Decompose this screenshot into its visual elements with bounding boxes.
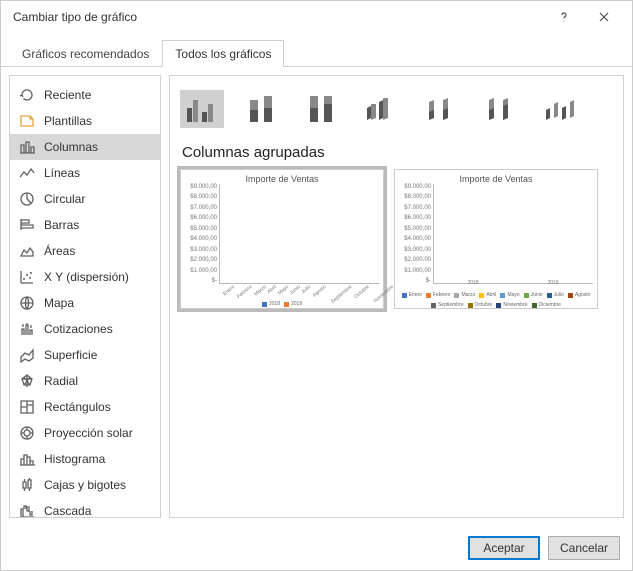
plot-area (219, 184, 379, 284)
tab-recommended[interactable]: Gráficos recomendados (9, 40, 162, 67)
scatter-icon (18, 268, 36, 286)
dialog-footer: Aceptar Cancelar (1, 526, 632, 570)
subtype-stacked-3d-column[interactable] (420, 90, 464, 128)
sidebar-item-templates[interactable]: Plantillas (10, 108, 160, 134)
sidebar-item-stock[interactable]: Cotizaciones (10, 316, 160, 342)
histogram-icon (18, 450, 36, 468)
sidebar-item-treemap[interactable]: Rectángulos (10, 394, 160, 420)
sidebar-item-label: Plantillas (44, 114, 92, 128)
sidebar-item-label: Líneas (44, 166, 80, 180)
window-title: Cambiar tipo de gráfico (13, 10, 544, 24)
sidebar-item-surface[interactable]: Superficie (10, 342, 160, 368)
sidebar-item-label: Barras (44, 218, 79, 232)
sidebar-item-radar[interactable]: Radial (10, 368, 160, 394)
x-axis-labels: EneroFebreroMarzoAbrilMayoJunioJulioAgos… (219, 284, 379, 294)
subtype-clustered-column[interactable] (180, 90, 224, 128)
subtype-title: Columnas agrupadas (182, 144, 613, 161)
chart-legend: 20182019 (181, 301, 383, 307)
preview-row: Importe de Ventas$9.000,00$8.000,00$7.00… (180, 169, 613, 309)
sidebar-item-label: Histograma (44, 452, 105, 466)
sidebar-item-label: Circular (44, 192, 85, 206)
chart-preview-2[interactable]: Importe de Ventas$9.000,00$8.000,00$7.00… (394, 169, 598, 309)
sidebar-item-bars[interactable]: Barras (10, 212, 160, 238)
subtype-column-3d[interactable] (540, 90, 584, 128)
subtype-stacked-column[interactable] (240, 90, 284, 128)
subtype-clustered-3d-column[interactable] (360, 90, 404, 128)
templates-icon (18, 112, 36, 130)
sidebar-item-histogram[interactable]: Histograma (10, 446, 160, 472)
subtype-stacked-100-3d-column[interactable] (480, 90, 524, 128)
map-icon (18, 294, 36, 312)
dialog-body: Reciente Plantillas Columnas Líneas Circular… (1, 67, 632, 526)
tab-all-charts[interactable]: Todos los gráficos (162, 40, 284, 67)
sidebar-item-label: Columnas (44, 140, 98, 154)
y-axis-labels: $9.000,00$8.000,00$7.000,00$6.000,00$5.0… (397, 184, 431, 284)
sidebar-item-map[interactable]: Mapa (10, 290, 160, 316)
stock-icon (18, 320, 36, 338)
bars-icon (18, 216, 36, 234)
y-axis-labels: $9.000,00$8.000,00$7.000,00$6.000,00$5.0… (183, 184, 217, 284)
recent-icon (18, 86, 36, 104)
chart-type-sidebar: Reciente Plantillas Columnas Líneas Circular… (9, 75, 161, 518)
plot-area (433, 184, 593, 284)
chart-legend: EneroFebreroMarzoAbrilMayoJunioJulioAgos… (395, 292, 597, 308)
columns-icon (18, 138, 36, 156)
close-button[interactable] (584, 3, 624, 31)
subtype-stacked-100-column[interactable] (300, 90, 344, 128)
surface-icon (18, 346, 36, 364)
sidebar-item-label: Reciente (44, 88, 91, 102)
radar-icon (18, 372, 36, 390)
sidebar-item-label: X Y (dispersión) (44, 270, 129, 284)
titlebar: Cambiar tipo de gráfico (1, 1, 632, 33)
sidebar-item-label: Cajas y bigotes (44, 478, 126, 492)
cancel-button[interactable]: Cancelar (548, 536, 620, 560)
sunburst-icon (18, 424, 36, 442)
sidebar-item-sunburst[interactable]: Proyección solar (10, 420, 160, 446)
pie-icon (18, 190, 36, 208)
sidebar-item-label: Proyección solar (44, 426, 133, 440)
ok-button[interactable]: Aceptar (468, 536, 540, 560)
sidebar-item-boxwhisker[interactable]: Cajas y bigotes (10, 472, 160, 498)
tabs: Gráficos recomendados Todos los gráficos (1, 39, 632, 67)
sidebar-item-label: Rectángulos (44, 400, 111, 414)
sidebar-item-label: Mapa (44, 296, 74, 310)
sidebar-item-label: Radial (44, 374, 78, 388)
chart-title: Importe de Ventas (185, 174, 379, 184)
waterfall-icon (18, 502, 36, 518)
areas-icon (18, 242, 36, 260)
sidebar-item-areas[interactable]: Áreas (10, 238, 160, 264)
sidebar-item-recent[interactable]: Reciente (10, 82, 160, 108)
sidebar-item-label: Cascada (44, 504, 91, 518)
chart-preview-1[interactable]: Importe de Ventas$9.000,00$8.000,00$7.00… (180, 169, 384, 309)
treemap-icon (18, 398, 36, 416)
sidebar-item-waterfall[interactable]: Cascada (10, 498, 160, 518)
sidebar-item-label: Áreas (44, 244, 75, 258)
chart-title: Importe de Ventas (399, 174, 593, 184)
sidebar-item-columns[interactable]: Columnas (10, 134, 160, 160)
sidebar-item-lines[interactable]: Líneas (10, 160, 160, 186)
boxwhisker-icon (18, 476, 36, 494)
sidebar-item-label: Cotizaciones (44, 322, 113, 336)
sidebar-item-pie[interactable]: Circular (10, 186, 160, 212)
lines-icon (18, 164, 36, 182)
sidebar-item-label: Superficie (44, 348, 97, 362)
chart-subtype-row (180, 84, 613, 134)
x-axis-labels: 20182019 (433, 280, 593, 290)
main-panel: Columnas agrupadas Importe de Ventas$9.0… (169, 75, 624, 518)
sidebar-item-scatter[interactable]: X Y (dispersión) (10, 264, 160, 290)
help-button[interactable] (544, 3, 584, 31)
